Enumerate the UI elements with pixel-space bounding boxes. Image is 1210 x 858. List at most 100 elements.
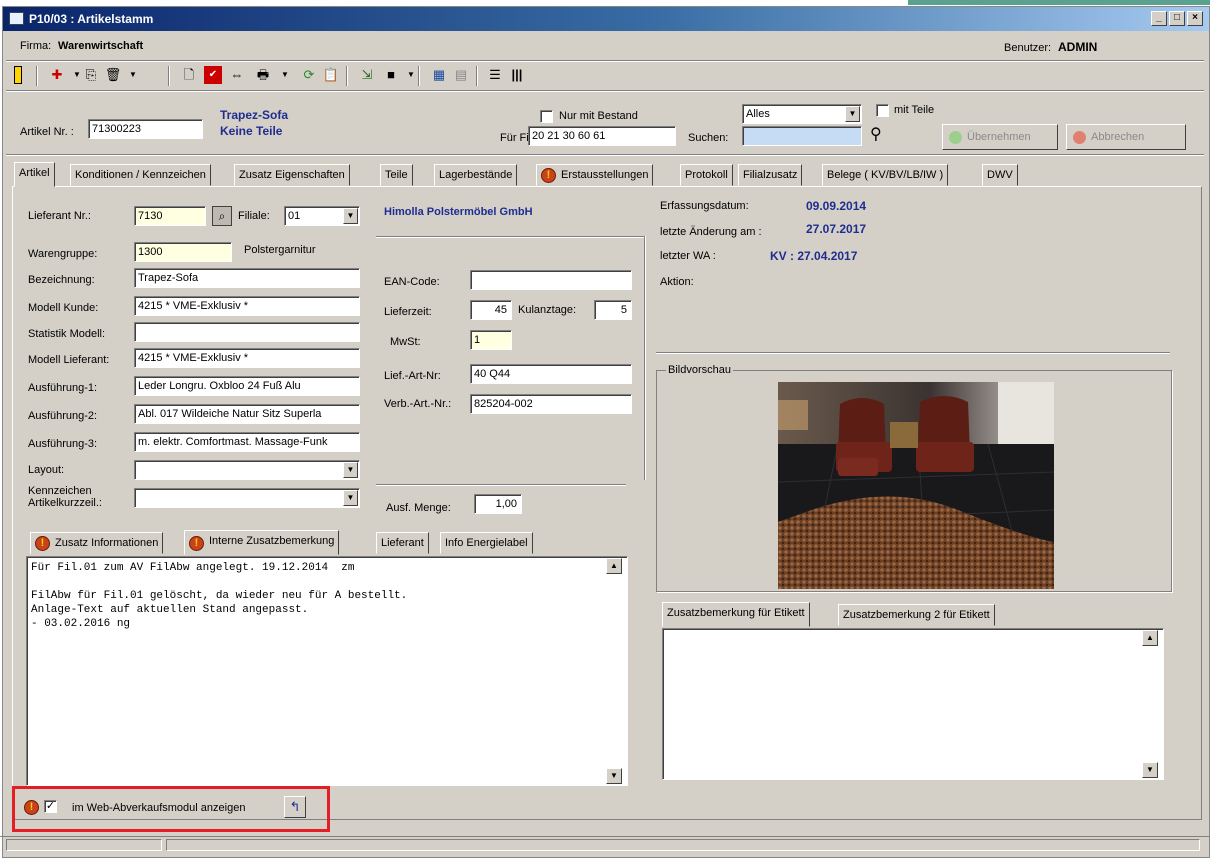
close-button[interactable]: × — [1187, 11, 1203, 26]
chevron-up-icon[interactable]: ▲ — [606, 558, 622, 574]
nur-bestand-checkbox[interactable] — [540, 110, 553, 123]
window-title: P10/03 : Artikelstamm — [29, 12, 154, 26]
filiale-label: Filiale: — [238, 210, 270, 222]
print-dropdown-icon[interactable]: ▼ — [276, 66, 294, 84]
stop-icon[interactable]: ■ — [382, 66, 400, 84]
maximize-button[interactable]: □ — [1169, 11, 1185, 26]
toolbar-separator — [346, 66, 348, 86]
layout-select[interactable]: ▼ — [134, 460, 360, 480]
list-icon[interactable]: ☰ — [486, 66, 504, 84]
grid-view-icon[interactable]: ▦ — [430, 66, 448, 84]
tab-lieferant[interactable]: Lieferant — [376, 532, 429, 554]
ausfuehrung3-input[interactable]: m. elektr. Comfortmast. Massage-Funk — [134, 432, 360, 452]
tab-artikel[interactable]: Artikel — [14, 162, 55, 187]
artikelkurzzeil-label: Artikelkurzzeil.: — [28, 497, 102, 509]
modell-lieferant-input[interactable]: 4215 * VME-Exklusiv * — [134, 348, 360, 368]
chevron-down-icon[interactable]: ▼ — [845, 106, 860, 122]
table-view-icon[interactable]: ▤ — [452, 66, 470, 84]
print-icon[interactable]: 🖶 — [254, 66, 272, 84]
etikett-memo[interactable] — [662, 628, 1164, 780]
etikett-scrollbar[interactable]: ▲ ▼ — [1142, 630, 1160, 778]
product-image — [778, 382, 1054, 589]
mit-teile-label: mit Teile — [894, 104, 935, 116]
minimize-button[interactable]: _ — [1151, 11, 1167, 26]
ausfuehrung1-input[interactable]: Leder Longru. Oxbloo 24 Fuß Alu — [134, 376, 360, 396]
refresh-icon[interactable]: ⟳ — [300, 66, 318, 84]
tab-zusatz-informationen[interactable]: ! Zusatz Informationen — [30, 532, 164, 554]
arrows-icon[interactable]: ⇔ — [228, 66, 246, 84]
tab-belege[interactable]: Belege ( KV/BV/LB/IW ) — [822, 164, 949, 186]
delete-dropdown-icon[interactable]: ▼ — [124, 66, 142, 84]
suchen-input[interactable] — [742, 126, 862, 146]
filter-select[interactable]: Alles ▼ — [742, 104, 862, 124]
chevron-down-icon[interactable]: ▼ — [1142, 762, 1158, 778]
memo-scrollbar[interactable]: ▲ ▼ — [606, 558, 624, 784]
bezeichnung-input[interactable]: Trapez-Sofa — [134, 268, 360, 288]
toolbar-separator — [168, 66, 170, 86]
tab-protokoll[interactable]: Protokoll — [680, 164, 733, 186]
clipboard-icon[interactable]: 📋 — [322, 66, 340, 84]
lieferzeit-input[interactable]: 45 — [470, 300, 512, 320]
tab-filialzusatz[interactable]: Filialzusatz — [738, 164, 803, 186]
lieferant-label: Lieferant Nr.: — [28, 210, 91, 222]
lieferant-input[interactable]: 7130 — [134, 206, 206, 226]
wa-value: KV : 27.04.2017 — [770, 249, 858, 263]
tab-erstausstellungen[interactable]: ! Erstausstellungen — [536, 164, 654, 186]
exit-icon[interactable] — [14, 66, 22, 84]
filter-value: Alles — [746, 108, 770, 120]
document-icon[interactable]: 🗋 — [180, 66, 198, 84]
toolbar-divider — [6, 90, 1204, 92]
kennzeichen-select[interactable]: ▼ — [134, 488, 360, 508]
abbrechen-button[interactable]: Abbrechen — [1066, 124, 1186, 150]
article-parts-info: Keine Teile — [220, 124, 283, 138]
warning-icon: ! — [189, 536, 204, 551]
lief-art-input[interactable]: 40 Q44 — [470, 364, 632, 384]
ean-input[interactable] — [470, 270, 632, 290]
copy-record-icon[interactable]: ⎘ — [82, 66, 100, 84]
kulanztage-input[interactable]: 5 — [594, 300, 632, 320]
statistik-modell-input[interactable] — [134, 322, 360, 342]
artikel-nr-input[interactable]: 71300223 — [88, 119, 203, 139]
chevron-down-icon[interactable]: ▼ — [343, 490, 358, 506]
interne-zusatzbemerkung-memo[interactable]: Für Fil.01 zum AV FilAbw angelegt. 19.12… — [26, 556, 628, 786]
ausf-menge-input[interactable]: 1,00 — [474, 494, 522, 514]
ausfuehrung2-label: Ausführung-2: — [28, 410, 98, 422]
product-photo-illustration — [778, 382, 1054, 589]
mwst-input[interactable]: 1 — [470, 330, 512, 350]
web-export-icon[interactable]: ↰ — [284, 796, 306, 818]
firma-label: Firma: — [20, 40, 52, 52]
tab-konditionen[interactable]: Konditionen / Kennzeichen — [70, 164, 211, 186]
mit-teile-checkbox[interactable] — [876, 104, 889, 117]
tab-dwv[interactable]: DWV — [982, 164, 1018, 186]
chevron-up-icon[interactable]: ▲ — [1142, 630, 1158, 646]
columns-icon[interactable]: ||| — [508, 66, 526, 84]
new-record-icon[interactable]: ✚ — [48, 66, 66, 84]
title-bar[interactable]: P10/03 : Artikelstamm _ □ × — [3, 7, 1209, 31]
chevron-down-icon[interactable]: ▼ — [606, 768, 622, 784]
web-abverkauf-checkbox[interactable]: ✓ — [44, 800, 57, 813]
import-icon[interactable]: ⇲ — [358, 66, 376, 84]
checked-icon[interactable]: ✔ — [204, 66, 222, 84]
modell-lieferant-label: Modell Lieferant: — [28, 354, 110, 366]
verb-art-input[interactable]: 825204-002 — [470, 394, 632, 414]
tab-teile[interactable]: Teile — [380, 164, 413, 186]
delete-icon[interactable]: 🗑 — [104, 66, 122, 84]
warning-icon: ! — [35, 536, 50, 551]
tab-info-energielabel[interactable]: Info Energielabel — [440, 532, 533, 554]
uebernehmen-button[interactable]: Übernehmen — [942, 124, 1058, 150]
tab-etikett-1[interactable]: Zusatzbemerkung für Etikett — [662, 602, 810, 627]
modell-kunde-input[interactable]: 4215 * VME-Exklusiv * — [134, 296, 360, 316]
fuer-fil-input[interactable]: 20 21 30 60 61 — [528, 126, 676, 146]
filiale-select[interactable]: 01 ▼ — [284, 206, 360, 226]
warengruppe-input[interactable]: 1300 — [134, 242, 232, 262]
lookup-icon[interactable]: ⌕ — [212, 206, 232, 226]
binoculars-icon[interactable]: ⚲ — [870, 124, 882, 144]
chevron-down-icon[interactable]: ▼ — [343, 208, 358, 224]
tab-zusatz-eigenschaften[interactable]: Zusatz Eigenschaften — [234, 164, 350, 186]
tab-interne-zusatzbemerkung[interactable]: ! Interne Zusatzbemerkung — [184, 530, 340, 555]
ausfuehrung2-input[interactable]: Abl. 017 Wildeiche Natur Sitz Superla — [134, 404, 360, 424]
chevron-down-icon[interactable]: ▼ — [343, 462, 358, 478]
tab-lagerbestaende[interactable]: Lagerbestände — [434, 164, 518, 186]
ausfuehrung1-label: Ausführung-1: — [28, 382, 98, 394]
tab-etikett-2[interactable]: Zusatzbemerkung 2 für Etikett — [838, 604, 995, 626]
